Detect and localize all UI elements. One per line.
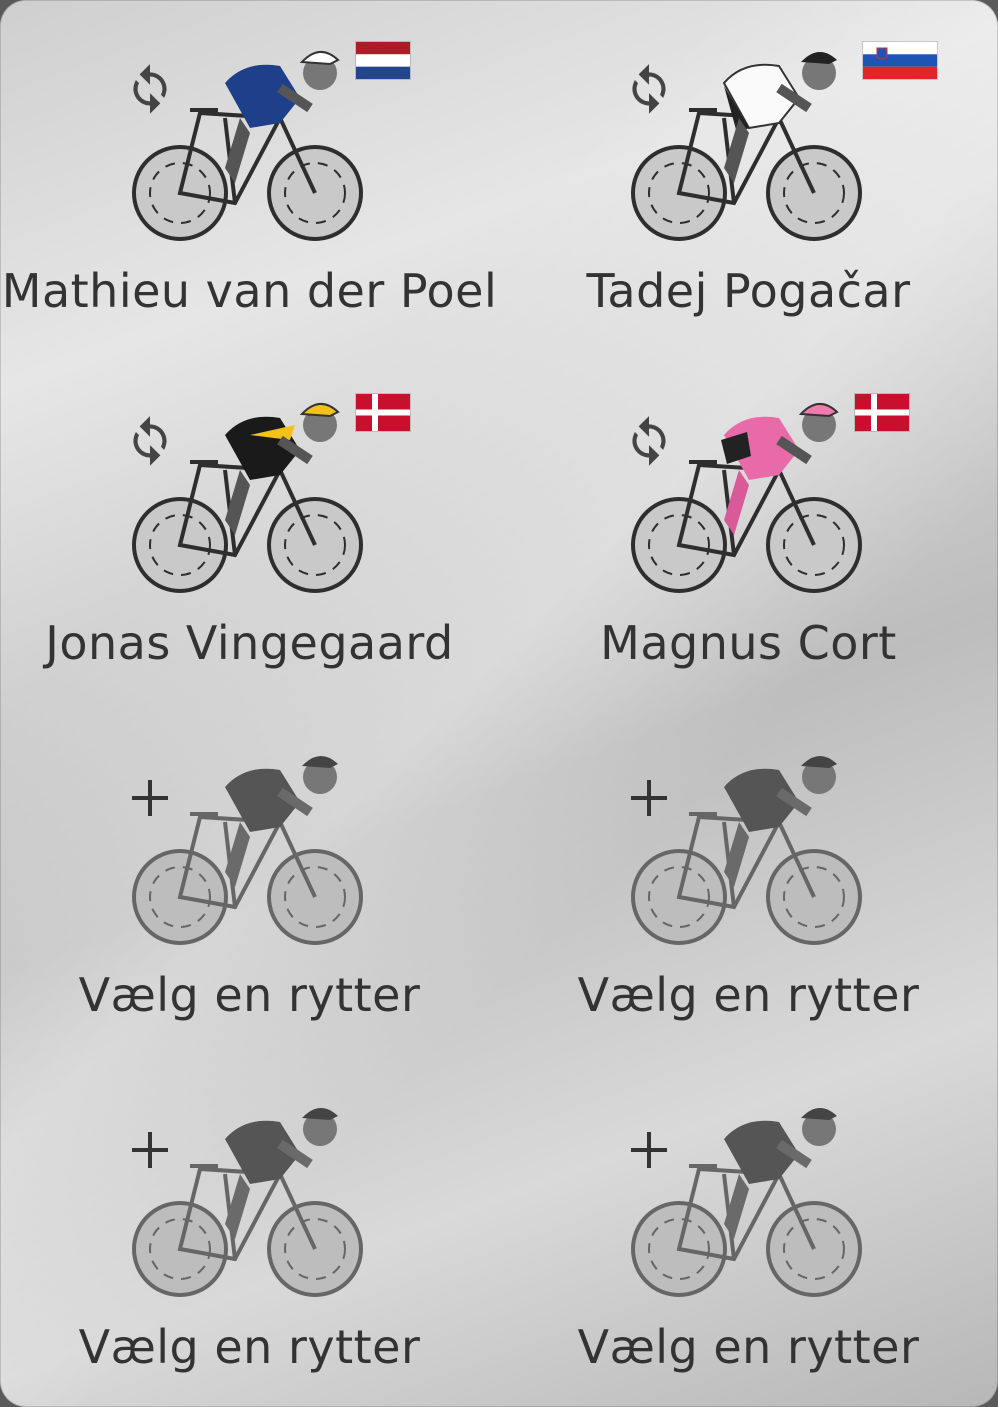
rider-name: Tadej Pogačar xyxy=(586,264,911,318)
empty-rider-slot[interactable]: Vælg en rytter xyxy=(499,1056,998,1407)
rider-grid: Mathieu van der Poel Tadej Pogačar Jonas… xyxy=(0,0,998,1407)
cyclist-silhouette xyxy=(132,1107,363,1297)
rider-slot-magnus-cort[interactable]: Magnus Cort xyxy=(499,352,998,704)
choose-rider-label: Vælg en rytter xyxy=(577,968,920,1022)
choose-rider-label: Vælg en rytter xyxy=(78,968,421,1022)
cyclist-illustration xyxy=(631,51,862,241)
cyclist-illustration xyxy=(631,403,862,593)
cyclist-silhouette xyxy=(132,755,363,945)
cyclist-illustration xyxy=(132,51,363,241)
choose-rider-label: Vælg en rytter xyxy=(577,1320,920,1374)
rider-slot-mathieu-van-der-poel[interactable]: Mathieu van der Poel xyxy=(0,0,499,352)
rider-name: Magnus Cort xyxy=(600,616,897,670)
cyclist-silhouette xyxy=(631,1107,862,1297)
empty-rider-slot[interactable]: Vælg en rytter xyxy=(0,704,499,1056)
netherlands-flag xyxy=(356,42,410,79)
cyclist-illustration xyxy=(132,403,363,593)
slovenia-flag xyxy=(863,42,937,79)
rider-slot-tadej-pogacar[interactable]: Tadej Pogačar xyxy=(499,0,998,352)
choose-rider-label: Vælg en rytter xyxy=(78,1320,421,1374)
empty-rider-slot[interactable]: Vælg en rytter xyxy=(0,1056,499,1407)
rider-name: Mathieu van der Poel xyxy=(1,264,498,318)
cyclist-silhouette xyxy=(631,755,862,945)
empty-rider-slot[interactable]: Vælg en rytter xyxy=(499,704,998,1056)
rider-slot-jonas-vingegaard[interactable]: Jonas Vingegaard xyxy=(0,352,499,704)
rider-name: Jonas Vingegaard xyxy=(45,616,454,670)
denmark-flag xyxy=(356,394,410,431)
rider-selection-panel: Mathieu van der Poel Tadej Pogačar Jonas… xyxy=(0,0,998,1407)
denmark-flag xyxy=(855,394,909,431)
